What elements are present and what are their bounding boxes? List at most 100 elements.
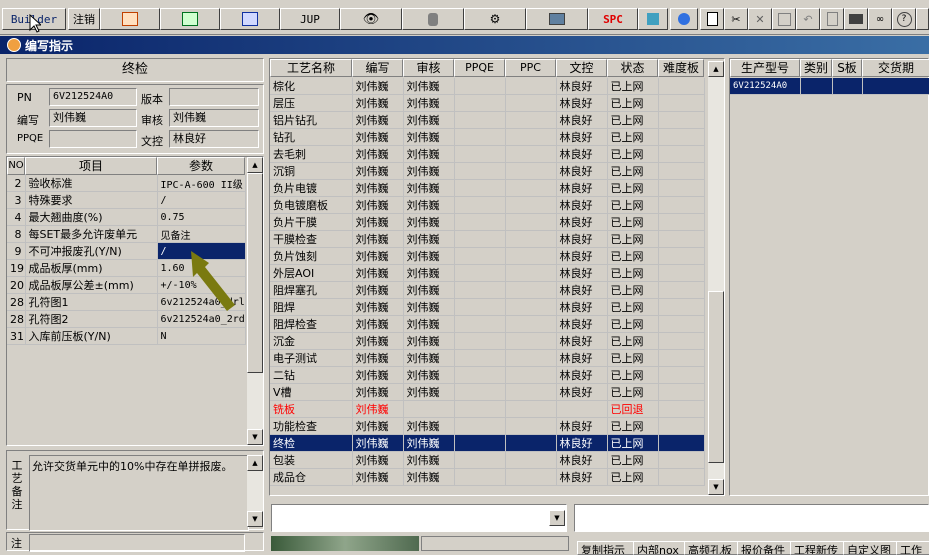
process-ppqe-cell [454,162,506,180]
table-row[interactable]: 铝片钻孔 刘伟巍 刘伟巍 林良好 已上网 [270,111,705,129]
table-row[interactable]: 负电镀磨板 刘伟巍 刘伟巍 林良好 已上网 [270,196,705,214]
tab-2[interactable]: 内部nox [633,541,690,555]
process-difficulty-cell [658,264,705,282]
process-review-cell: 刘伟巍 [403,315,455,333]
table-row[interactable]: 干膜检查 刘伟巍 刘伟巍 林良好 已上网 [270,230,705,248]
table-row[interactable]: 负片蚀刻 刘伟巍 刘伟巍 林良好 已上网 [270,247,705,265]
bottom-dropdown[interactable]: ▼ [271,504,567,532]
scroll-down-icon[interactable]: ▼ [708,479,724,495]
scroll-thumb[interactable] [247,173,263,373]
ppqe-field[interactable] [49,130,137,148]
printer-icon [849,14,863,24]
scroll-down-icon[interactable]: ▼ [247,511,263,527]
tab-4[interactable]: 报价备件 [737,541,796,555]
pn-field[interactable]: 6V212524A0 [49,88,137,106]
process-writer-cell: 刘伟巍 [352,179,404,197]
scroll-thumb[interactable] [708,291,724,463]
eye-button[interactable]: 👁 [340,8,402,30]
package-button[interactable] [638,8,668,30]
help-button[interactable]: ? [892,8,916,30]
process-review-cell: 刘伟巍 [403,247,455,265]
table-row[interactable]: 阻焊塞孔 刘伟巍 刘伟巍 林良好 已上网 [270,281,705,299]
tab-6[interactable]: 自定义图 [843,541,902,555]
process-difficulty-cell [658,145,705,163]
table-row[interactable]: 负片电镀 刘伟巍 刘伟巍 林良好 已上网 [270,179,705,197]
process-difficulty-cell [658,128,705,146]
save-button[interactable] [772,8,796,30]
process-doc-cell: 林良好 [556,434,608,452]
param-scrollbar[interactable]: ▲ ▼ [247,157,263,445]
extra-button[interactable] [916,8,929,30]
preview-button[interactable] [820,8,844,30]
scroll-up-icon[interactable]: ▲ [708,61,724,77]
scroll-up-icon[interactable]: ▲ [247,455,263,471]
doc-field[interactable]: 林良好 [169,130,259,148]
param-row[interactable]: 8 每SET最多允许废单元 见备注 [7,225,246,243]
database-button[interactable] [402,8,464,30]
table-row[interactable]: 成品仓 刘伟巍 刘伟巍 林良好 已上网 [270,468,705,486]
computer-button[interactable] [526,8,588,30]
table-row[interactable]: 层压 刘伟巍 刘伟巍 林良好 已上网 [270,94,705,112]
bottom-input[interactable] [574,504,929,532]
table-row[interactable]: 外层AOI 刘伟巍 刘伟巍 林良好 已上网 [270,264,705,282]
scroll-up-icon[interactable]: ▲ [247,157,263,173]
tools-button[interactable]: ⚙ [464,8,526,30]
table-row[interactable]: 钻孔 刘伟巍 刘伟巍 林良好 已上网 [270,128,705,146]
scroll-down-icon[interactable]: ▼ [247,429,263,445]
review-field[interactable]: 刘伟巍 [169,109,259,127]
tab-7[interactable]: 工作 [896,541,929,555]
param-row[interactable]: 3 特殊要求 / [7,191,246,209]
table-row[interactable]: 负片干膜 刘伟巍 刘伟巍 林良好 已上网 [270,213,705,231]
table-row[interactable]: V槽 刘伟巍 刘伟巍 林良好 已上网 [270,383,705,401]
jup-button[interactable]: JUP [280,8,340,30]
delete-button[interactable]: ✕ [748,8,772,30]
table-row[interactable]: 电子测试 刘伟巍 刘伟巍 林良好 已上网 [270,349,705,367]
process-ppc-cell [505,179,557,197]
process-review-cell: 刘伟巍 [403,128,455,146]
version-field[interactable] [169,88,259,106]
table-row[interactable]: 功能检查 刘伟巍 刘伟巍 林良好 已上网 [270,417,705,435]
excel-button[interactable] [160,8,220,30]
param-row[interactable]: 4 最大翘曲度(%) 0.75 [7,208,246,226]
find-button[interactable]: ∞ [868,8,892,30]
tab-3[interactable]: 高频孔板 [684,541,743,555]
process-scrollbar[interactable]: ▲ ▼ [708,61,724,495]
process-ppc-cell [505,111,557,129]
print-button[interactable] [844,8,868,30]
powerpoint-button[interactable] [100,8,160,30]
process-doc-cell: 林良好 [556,128,608,146]
process-ppqe-cell [454,281,506,299]
remark-text[interactable]: 允许交货单元中的10%中存在单拼报废。 [29,455,249,531]
chevron-down-icon[interactable]: ▼ [549,510,565,526]
word-button[interactable] [220,8,280,30]
tab-5[interactable]: 工程新传 [790,541,849,555]
table-row[interactable]: 去毛刺 刘伟巍 刘伟巍 林良好 已上网 [270,145,705,163]
param-row[interactable]: 31 入库前压板(Y/N) N [7,327,246,345]
undo-icon: ↶ [803,12,813,26]
remark-scrollbar[interactable]: ▲ ▼ [247,455,263,527]
globe-button[interactable] [670,8,698,30]
undo-button[interactable]: ↶ [796,8,820,30]
note-field[interactable] [29,534,245,552]
tab-1[interactable]: 复制指示 [577,541,639,555]
table-row[interactable]: 棕化 刘伟巍 刘伟巍 林良好 已上网 [270,78,705,95]
table-row[interactable]: 沉金 刘伟巍 刘伟巍 林良好 已上网 [270,332,705,350]
table-row[interactable]: 6V212524A0 [730,78,929,95]
new-file-button[interactable] [700,8,724,30]
param-row[interactable]: 2 验收标准 IPC-A-600 II级 [7,175,246,192]
table-row[interactable]: 包装 刘伟巍 刘伟巍 林良好 已上网 [270,451,705,469]
param-value-cell: N [157,327,246,345]
table-row[interactable]: 阻焊 刘伟巍 刘伟巍 林良好 已上网 [270,298,705,316]
table-row[interactable]: 阻焊检查 刘伟巍 刘伟巍 林良好 已上网 [270,315,705,333]
table-row[interactable]: 铣板 刘伟巍 已回退 [270,400,705,418]
process-ppqe-cell [454,434,506,452]
table-row[interactable]: 沉铜 刘伟巍 刘伟巍 林良好 已上网 [270,162,705,180]
param-grid: NO 项目 参数 2 验收标准 IPC-A-600 II级 3 特殊要求/4 最大翘曲度(… [6,156,264,446]
writer-field[interactable]: 刘伟巍 [49,109,137,127]
cut-button[interactable]: ✂ [724,8,748,30]
spc-button[interactable]: SPC [588,8,638,30]
process-review-cell: 刘伟巍 [403,162,455,180]
logout-button[interactable]: 注销 [68,8,100,30]
table-row[interactable]: 二钻 刘伟巍 刘伟巍 林良好 已上网 [270,366,705,384]
table-row[interactable]: 终检 刘伟巍 刘伟巍 林良好 已上网 [270,434,705,452]
